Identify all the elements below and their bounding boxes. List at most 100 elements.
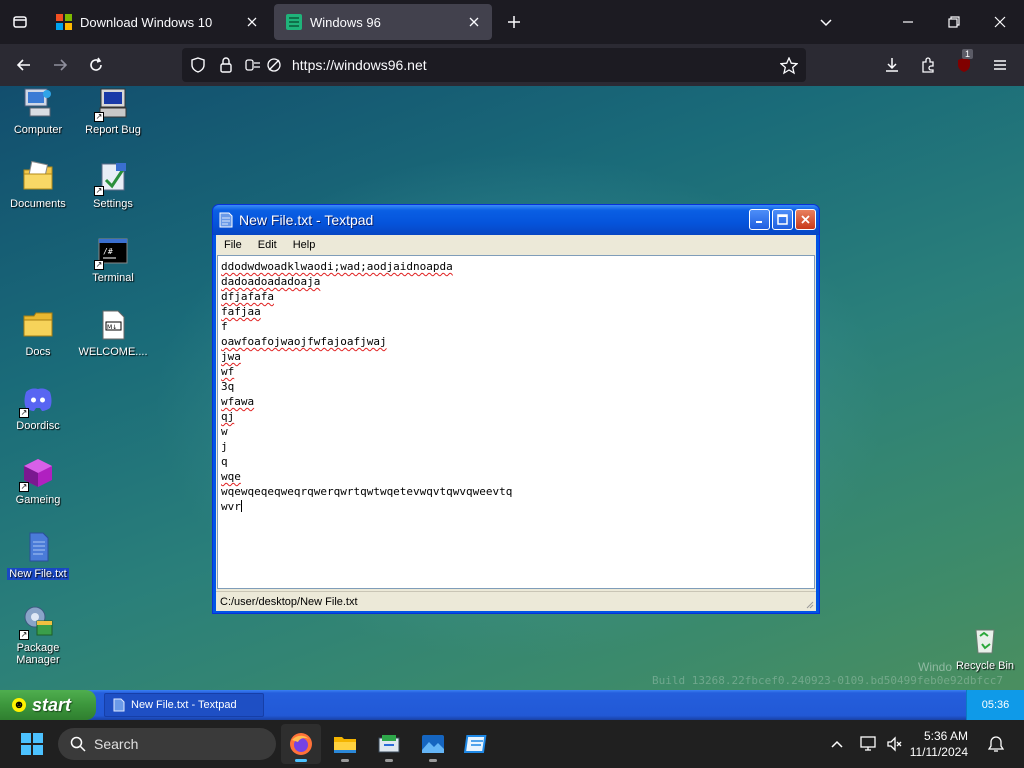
taskbar-app-file-explorer[interactable] [325, 724, 365, 764]
url-text[interactable]: https://windows96.net [292, 57, 427, 73]
url-bar[interactable]: https://windows96.net [182, 48, 806, 82]
desktop-icon-documents[interactable]: Documents [1, 160, 75, 210]
search-label: Search [94, 736, 139, 752]
window-close-button[interactable] [795, 209, 816, 230]
running-indicator [295, 759, 307, 762]
search-box[interactable]: Search [58, 728, 276, 760]
desktop-icon-welcome[interactable]: M↓ WELCOME.... [76, 308, 150, 358]
app-window-icon [378, 735, 400, 753]
network-display-icon[interactable] [860, 736, 878, 752]
menu-file[interactable]: File [216, 239, 250, 251]
windows-logo-icon [56, 14, 72, 30]
bookmark-star-icon[interactable] [780, 57, 798, 75]
documents-folder-icon [23, 160, 53, 190]
desktop-icon-recycle-bin[interactable]: Recycle Bin [948, 622, 1022, 672]
win96-clock[interactable]: 05:36 [982, 699, 1010, 711]
editor-line: dadoadoadadoaja [221, 275, 321, 288]
arrow-right-icon [54, 59, 68, 71]
editor-line: dfjafafa [221, 290, 274, 303]
text-caret [240, 500, 242, 512]
resize-grip-icon[interactable] [804, 599, 814, 609]
editor-line: f [221, 320, 228, 333]
tab-windows-96[interactable]: Windows 96 [274, 4, 492, 40]
back-button[interactable] [12, 53, 36, 77]
menu-button[interactable] [988, 53, 1012, 77]
minimize-button[interactable] [896, 10, 920, 34]
download-icon [886, 58, 898, 72]
close-tab-icon[interactable] [462, 10, 486, 34]
camera-blocked-icon[interactable] [266, 57, 282, 73]
tab-list-button[interactable] [8, 10, 32, 34]
list-all-tabs-button[interactable] [814, 10, 838, 34]
menu-edit[interactable]: Edit [250, 239, 285, 251]
maximize-icon [777, 214, 788, 225]
taskbar-item-textpad[interactable]: New File.txt - Textpad [104, 693, 264, 717]
window-minimize-button[interactable] [749, 209, 770, 230]
activation-watermark: Windo [918, 660, 953, 674]
desktop-icon-label: Settings [93, 198, 133, 210]
desktop-icon-terminal[interactable]: /# ↗ Terminal [76, 234, 150, 284]
reload-button[interactable] [84, 53, 108, 77]
window-title-bar[interactable]: New File.txt - Textpad [213, 205, 819, 235]
desktop-icon-label: Package Manager [16, 642, 60, 666]
app-window-icon [464, 735, 487, 753]
start-button[interactable]: ☻ start [0, 690, 96, 720]
notification-bell-icon[interactable] [988, 735, 1004, 753]
running-indicator [385, 759, 393, 762]
taskbar-app-firefox[interactable] [281, 724, 321, 764]
tab-download-windows-10[interactable]: Download Windows 10 [44, 4, 270, 40]
restore-button[interactable] [942, 10, 966, 34]
computer-icon [24, 88, 51, 117]
taskbar-app-blue-window[interactable] [457, 724, 497, 764]
desktop-icon-package-manager[interactable]: ↗ Package Manager [1, 604, 75, 666]
firefox-icon [290, 733, 312, 755]
new-tab-button[interactable] [502, 10, 526, 34]
search-icon [70, 736, 86, 752]
desktop-icon-gameing[interactable]: ↗ Gameing [1, 456, 75, 506]
editor-line: wqewqeqeqweqrqwerqwrtqwtwqetevwqvtqwvqwe… [221, 485, 513, 498]
desktop-icon-docs[interactable]: Docs [1, 308, 75, 358]
windows96-icon [286, 14, 302, 30]
plus-icon [508, 16, 520, 28]
window-maximize-button[interactable] [772, 209, 793, 230]
text-editor[interactable]: ddodwdwoadklwaodi;wad;aodjaidnoapda dado… [217, 255, 815, 589]
taskbar-app-photos[interactable] [413, 724, 453, 764]
desktop-icon-label: WELCOME.... [78, 346, 148, 358]
running-indicator [341, 759, 349, 762]
menu-help[interactable]: Help [285, 239, 324, 251]
close-window-button[interactable] [988, 10, 1012, 34]
chevron-up-icon[interactable] [830, 737, 844, 751]
desktop-icon-new-file[interactable]: New File.txt [1, 530, 75, 580]
desktop-icon-computer[interactable]: Computer [1, 86, 75, 136]
forward-button[interactable] [48, 53, 72, 77]
shortcut-arrow-icon: ↗ [19, 408, 29, 418]
minimize-icon [903, 21, 913, 23]
downloads-button[interactable] [880, 53, 904, 77]
arrow-left-icon [16, 59, 30, 71]
tracking-protection-icon[interactable] [244, 57, 262, 73]
file-explorer-icon [334, 737, 356, 753]
desktop-icon-settings[interactable]: ↗ Settings [76, 160, 150, 210]
editor-line: qj [221, 410, 235, 423]
desktop-icon-label: New File.txt [7, 568, 69, 580]
desktop-icon-report-bug[interactable]: ↗ Report Bug [76, 86, 150, 136]
taskbar-app-green[interactable] [369, 724, 409, 764]
extensions-button[interactable] [916, 53, 940, 77]
host-date: 11/11/2024 [909, 745, 968, 759]
ublock-button[interactable]: 1 [952, 49, 976, 77]
windows-start-icon[interactable] [20, 732, 44, 756]
desktop-icon-doordisc[interactable]: ↗ Doordisc [1, 382, 75, 432]
editor-line: wf [221, 365, 235, 378]
reload-icon [90, 57, 102, 71]
textpad-window: New File.txt - Textpad File Edit Help dd… [212, 204, 820, 614]
close-tab-icon[interactable] [240, 10, 264, 34]
chevron-down-icon [820, 19, 832, 27]
recycle-bin-icon [975, 629, 995, 654]
win96-desktop: Computer Documents Docs ↗ Doordisc ↗ Gam… [0, 86, 1024, 718]
editor-line: wfawa [221, 395, 255, 408]
volume-muted-icon[interactable] [886, 736, 902, 752]
editor-line: ddodwdwoadklwaodi;wad;aodjaidnoapda [221, 260, 453, 273]
browser-tab-bar: Download Windows 10 Windows 96 [0, 0, 1024, 44]
host-clock[interactable]: 5:36 AM 11/11/2024 [906, 728, 968, 760]
ublock-shield-icon [958, 58, 970, 72]
